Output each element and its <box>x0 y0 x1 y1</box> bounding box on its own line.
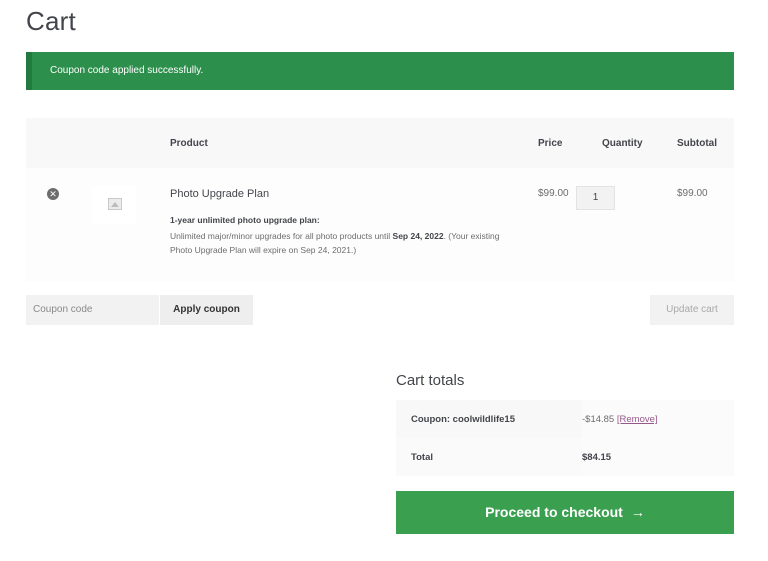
total-row: Total $84.15 <box>396 438 734 476</box>
cart-totals-title: Cart totals <box>396 372 465 389</box>
checkout-label: Proceed to checkout <box>485 504 623 520</box>
success-notice: Coupon code applied successfully. <box>26 52 734 90</box>
product-meta-text: Unlimited major/minor upgrades for all p… <box>170 229 500 257</box>
proceed-to-checkout-button[interactable]: Proceed to checkout → <box>396 491 734 534</box>
quantity-input[interactable]: 1 <box>576 186 615 210</box>
product-name-link[interactable]: Photo Upgrade Plan <box>170 188 269 200</box>
cart-table-header: Product Price Quantity Subtotal <box>26 118 734 168</box>
product-thumbnail[interactable] <box>92 186 136 224</box>
total-value: $84.15 <box>582 452 612 463</box>
coupon-label: Coupon: coolwildlife15 <box>411 414 515 425</box>
coupon-value: -$14.85 [Remove] <box>582 414 658 425</box>
cart-row: ✕ Photo Upgrade Plan $99.00 $99.00 <box>26 168 734 282</box>
arrow-right-icon: → <box>630 504 645 520</box>
page-title: Cart <box>26 6 76 36</box>
update-cart-button[interactable]: Update cart <box>650 295 734 325</box>
cart-totals-table: Coupon: coolwildlife15 -$14.85 [Remove] … <box>396 400 734 476</box>
product-price: $99.00 <box>538 188 569 199</box>
apply-coupon-button[interactable]: Apply coupon <box>160 295 253 325</box>
product-meta-title: 1-year unlimited photo upgrade plan: <box>170 215 320 225</box>
header-quantity: Quantity <box>602 138 643 149</box>
remove-item-icon[interactable]: ✕ <box>47 188 59 200</box>
cart-table: Product Price Quantity Subtotal ✕ Photo … <box>26 118 734 282</box>
meta-text-date: Sep 24, 2022 <box>392 231 444 241</box>
header-price: Price <box>538 138 563 149</box>
product-subtotal: $99.00 <box>677 188 708 199</box>
remove-coupon-link[interactable]: [Remove] <box>617 414 658 425</box>
meta-text-part-1: Unlimited major/minor upgrades for all p… <box>170 231 393 241</box>
coupon-row: Coupon: coolwildlife15 -$14.85 [Remove] <box>396 400 734 438</box>
total-label: Total <box>411 452 433 463</box>
header-subtotal: Subtotal <box>677 138 717 149</box>
header-product: Product <box>170 138 208 149</box>
image-placeholder-icon <box>108 198 122 210</box>
coupon-discount: -$14.85 <box>582 414 615 425</box>
coupon-code-input[interactable]: Coupon code <box>26 295 159 325</box>
